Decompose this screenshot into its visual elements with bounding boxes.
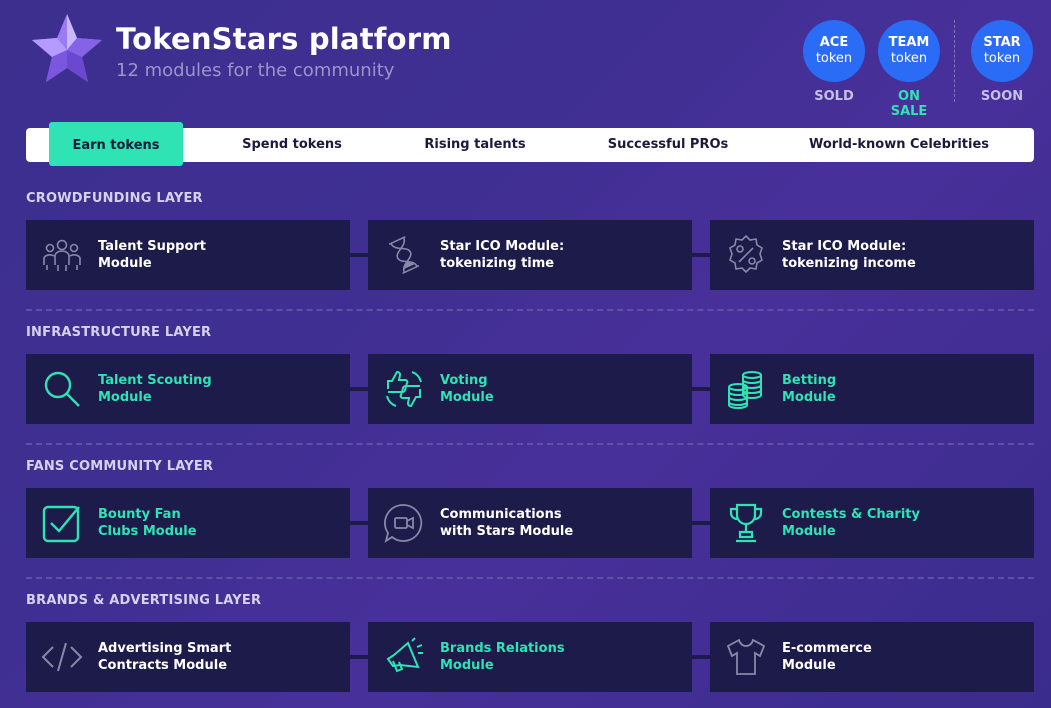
module-label: Advertising Smart Contracts Module <box>98 641 232 673</box>
trophy-icon <box>729 503 763 543</box>
token-word: token <box>983 51 1021 66</box>
header: TokenStars platform 12 modules for the c… <box>0 0 1051 120</box>
page-title: TokenStars platform <box>116 22 452 56</box>
token-divider <box>954 20 955 102</box>
module-card-star-ico-income[interactable]: Star ICO Module: tokenizing income <box>710 220 1034 290</box>
module-label: E-commerce Module <box>782 641 872 673</box>
module-card-contests-charity[interactable]: Contests & Charity Module <box>710 488 1034 558</box>
hourglass-icon <box>388 235 420 275</box>
token-word: token <box>890 51 928 66</box>
layer-divider <box>26 443 1034 445</box>
token-status-sold: SOLD <box>814 89 854 104</box>
coin-stacks-icon <box>728 371 762 409</box>
layer-title-infrastructure: INFRASTRUCTURE LAYER <box>26 325 212 340</box>
module-card-communications[interactable]: Communications with Stars Module <box>368 488 692 558</box>
layer-title-crowdfunding: CROWDFUNDING LAYER <box>26 191 203 206</box>
connector <box>692 253 710 257</box>
percent-badge-icon <box>729 234 763 274</box>
module-label: Brands Relations Module <box>440 641 565 673</box>
module-card-bounty-fan-clubs[interactable]: Bounty Fan Clubs Module <box>26 488 350 558</box>
tab-successful-pros[interactable]: Successful PROs <box>594 128 742 162</box>
connector <box>692 387 710 391</box>
thumbs-vote-icon <box>386 370 422 408</box>
module-card-brands-relations[interactable]: Brands Relations Module <box>368 622 692 692</box>
module-label: Betting Module <box>782 373 837 405</box>
page-subtitle: 12 modules for the community <box>116 60 395 81</box>
module-label: Talent Scouting Module <box>98 373 212 405</box>
module-label: Communications with Stars Module <box>440 507 574 539</box>
connector <box>350 655 368 659</box>
checkbox-icon <box>42 505 80 543</box>
tab-world-known-celebrities[interactable]: World-known Celebrities <box>796 128 1002 162</box>
connector <box>350 253 368 257</box>
token-status-on-sale: ON SALE <box>890 89 928 119</box>
tab-spend-tokens[interactable]: Spend tokens <box>226 128 358 162</box>
people-group-icon <box>43 239 81 271</box>
video-chat-icon <box>384 504 423 544</box>
layer-divider <box>26 577 1034 579</box>
team-token-button[interactable]: TEAM token <box>878 20 940 82</box>
module-label: Contests & Charity Module <box>782 507 920 539</box>
star-logo-icon <box>32 14 102 82</box>
tab-rising-talents[interactable]: Rising talents <box>406 128 544 162</box>
module-card-talent-scouting[interactable]: Talent Scouting Module <box>26 354 350 424</box>
module-card-e-commerce[interactable]: E-commerce Module <box>710 622 1034 692</box>
tshirt-icon <box>726 638 766 675</box>
module-label: Star ICO Module: tokenizing income <box>782 239 916 271</box>
token-word: token <box>815 51 853 66</box>
module-card-betting[interactable]: Betting Module <box>710 354 1034 424</box>
token-name: ACE <box>819 35 849 50</box>
module-card-talent-support[interactable]: Talent Support Module <box>26 220 350 290</box>
search-icon <box>44 371 80 407</box>
star-token-button[interactable]: STAR token <box>971 20 1033 82</box>
connector <box>692 655 710 659</box>
connector <box>350 521 368 525</box>
module-label: Voting Module <box>440 373 494 405</box>
token-status-soon: SOON <box>980 89 1024 104</box>
tab-bar: Earn tokens Spend tokens Rising talents … <box>26 122 1034 166</box>
layer-title-fans-community: FANS COMMUNITY LAYER <box>26 459 214 474</box>
module-label: Bounty Fan Clubs Module <box>98 507 197 539</box>
module-label: Star ICO Module: tokenizing time <box>440 239 565 271</box>
code-icon <box>41 642 83 672</box>
layer-title-brands-advertising: BRANDS & ADVERTISING LAYER <box>26 593 262 608</box>
connector <box>350 387 368 391</box>
token-name: STAR <box>983 35 1021 50</box>
connector <box>692 521 710 525</box>
module-card-star-ico-time[interactable]: Star ICO Module: tokenizing time <box>368 220 692 290</box>
module-card-voting[interactable]: Voting Module <box>368 354 692 424</box>
ace-token-button[interactable]: ACE token <box>803 20 865 82</box>
module-label: Talent Support Module <box>98 239 207 271</box>
layer-divider <box>26 309 1034 311</box>
megaphone-icon <box>386 637 423 673</box>
tab-earn-tokens[interactable]: Earn tokens <box>49 122 183 166</box>
token-name: TEAM <box>888 35 930 50</box>
module-card-advertising-smart-contracts[interactable]: Advertising Smart Contracts Module <box>26 622 350 692</box>
